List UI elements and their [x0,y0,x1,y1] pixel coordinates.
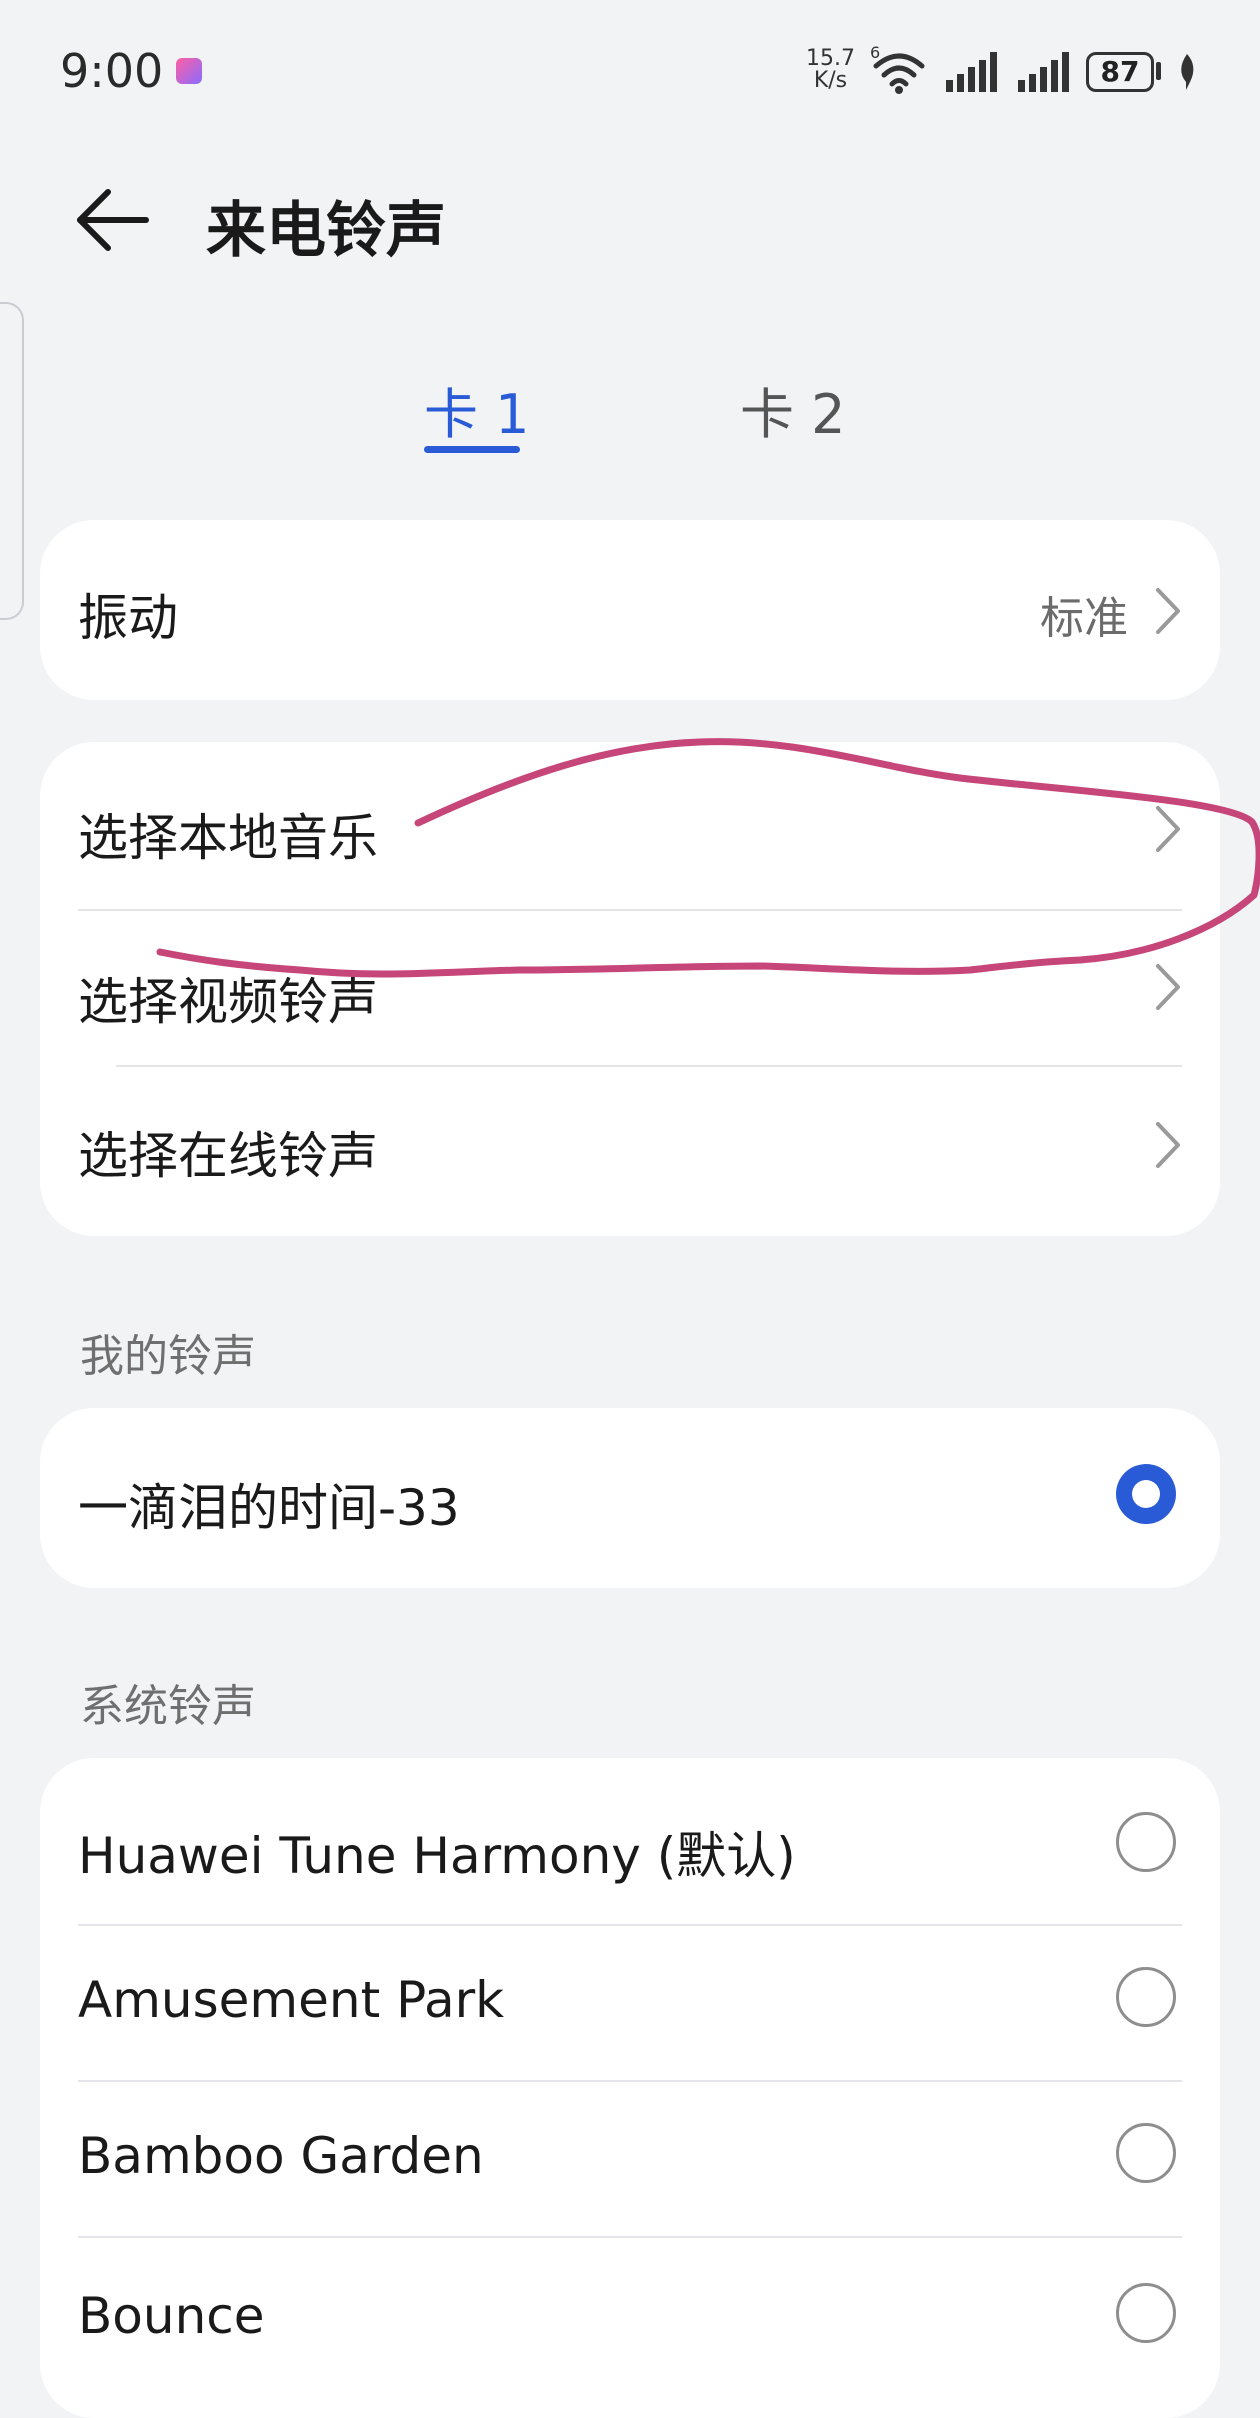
wifi-label: 6 [870,44,880,62]
select-online-ringtone-label: 选择在线铃声 [78,1127,378,1185]
ringtone-option[interactable]: Huawei Tune Harmony (默认) [40,1758,1220,1924]
notification-app-icon [176,58,202,84]
chevron-right-icon [1156,1122,1180,1168]
side-panel-handle[interactable] [0,302,24,620]
system-ringtones-heading: 系统铃声 [80,1681,256,1732]
page-title: 来电铃声 [206,196,446,266]
power-saving-leaf-icon [1181,54,1194,90]
select-online-ringtone-row[interactable]: 选择在线铃声 [40,1066,1220,1236]
battery-cap [1156,62,1161,80]
signal-icon-sim1 [946,52,997,92]
select-video-ringtone-row[interactable]: 选择视频铃声 [40,910,1220,1066]
chevron-right-icon [1156,964,1180,1010]
vibration-label: 振动 [78,589,178,647]
vibration-row[interactable]: 振动 标准 [40,520,1220,700]
my-ringtones-heading: 我的铃声 [80,1331,256,1382]
radio-button-selected[interactable] [1116,1464,1176,1524]
clock: 9:00 [60,44,164,98]
ringtone-option-label: 一滴泪的时间-33 [78,1479,460,1537]
battery-level: 87 [1100,55,1140,88]
radio-button[interactable] [1116,2123,1176,2183]
ringtone-option-label: Bamboo Garden [78,2127,484,2185]
ringtone-option[interactable]: Amusement Park [40,1925,1220,2080]
select-video-ringtone-label: 选择视频铃声 [78,973,378,1031]
ringtone-option[interactable]: Bounce [40,2237,1220,2397]
battery-icon: 87 [1086,52,1154,92]
network-speed: 15.7 K/s [806,48,855,92]
my-ringtones-card: 一滴泪的时间-33 [40,1408,1220,1588]
tab-sim-2[interactable]: 卡 2 [740,370,846,449]
status-bar: 9:00 15.7 K/s 6 87 [0,0,1260,140]
network-speed-unit: K/s [813,68,848,93]
ringtone-option-label: Huawei Tune Harmony (默认) [78,1827,796,1885]
wifi-icon: 6 [870,44,925,94]
vibration-value: 标准 [1040,593,1128,644]
network-speed-value: 15.7 [806,46,855,71]
select-local-music-row[interactable]: 选择本地音乐 [40,742,1220,910]
system-ringtones-card: Huawei Tune Harmony (默认) Amusement Park … [40,1758,1220,2418]
radio-button[interactable] [1116,1812,1176,1872]
active-tab-indicator [424,446,520,453]
select-local-music-label: 选择本地音乐 [78,809,378,867]
ringtone-option-label: Bounce [78,2287,265,2345]
ringtone-source-card: 选择本地音乐 选择视频铃声 选择在线铃声 [40,742,1220,1236]
radio-button[interactable] [1116,2283,1176,2343]
ringtone-option-label: Amusement Park [78,1971,505,2029]
back-button[interactable] [70,180,170,260]
ringtone-option[interactable]: Bamboo Garden [40,2081,1220,2236]
chevron-right-icon [1156,588,1180,634]
vibration-card: 振动 标准 [40,520,1220,700]
radio-button[interactable] [1116,1967,1176,2027]
chevron-right-icon [1156,806,1180,852]
tab-sim-1[interactable]: 卡 1 [424,370,530,449]
signal-icon-sim2 [1018,52,1069,92]
arrow-left-icon [77,189,149,251]
ringtone-option[interactable]: 一滴泪的时间-33 [40,1408,1220,1588]
